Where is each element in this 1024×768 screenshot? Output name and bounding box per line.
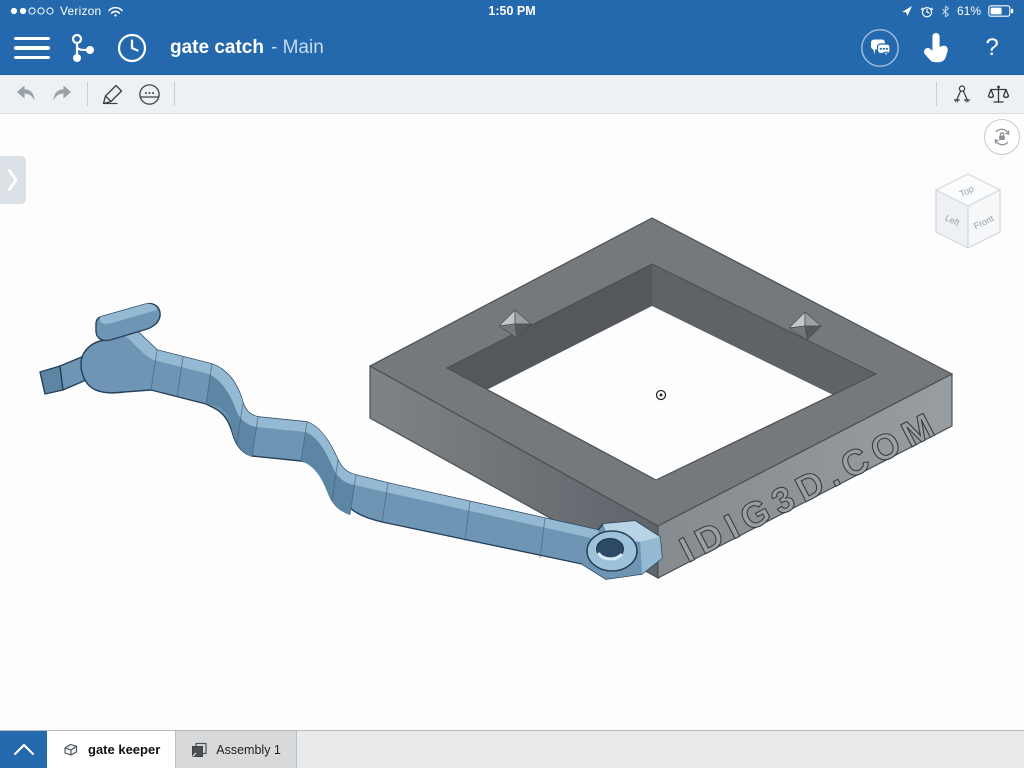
history-clock-icon (116, 32, 148, 64)
alarm-icon (920, 5, 934, 18)
pencil-icon (101, 82, 125, 106)
hamburger-icon (14, 37, 50, 60)
battery-percent-label: 61% (957, 4, 981, 18)
part-studio-icon (62, 741, 80, 758)
tab-label: gate keeper (88, 742, 160, 757)
tab-assembly[interactable]: Assembly 1 (176, 731, 297, 768)
appearance-button[interactable] (131, 79, 167, 109)
tab-part-studio[interactable]: gate keeper (47, 731, 176, 768)
status-left: Verizon (10, 4, 124, 18)
wifi-icon (107, 5, 124, 17)
redo-button[interactable] (44, 79, 80, 109)
rotation-lock-icon (990, 125, 1014, 149)
document-title: gate catch - Main (170, 37, 324, 59)
measure-button[interactable] (944, 79, 980, 109)
toolbar-right-group (929, 79, 1016, 109)
document-toolbar (0, 75, 1024, 114)
status-bar: Verizon 1:50 PM 61% (0, 0, 1024, 22)
app-toolbar: gate catch - Main (0, 22, 1024, 75)
chat-bubbles-icon (860, 28, 900, 68)
mass-properties-button[interactable] (980, 79, 1016, 109)
carrier-label: Verizon (60, 4, 101, 18)
toolbar-separator (936, 82, 937, 106)
battery-icon (988, 5, 1014, 17)
versions-icon (66, 31, 98, 65)
history-button[interactable] (112, 28, 152, 68)
help-label: ? (978, 34, 1006, 62)
hand-pointer-icon (922, 33, 950, 63)
menu-button[interactable] (12, 28, 52, 68)
undo-button[interactable] (8, 79, 44, 109)
versions-button[interactable] (62, 28, 102, 68)
onshape-app: Verizon 1:50 PM 61% (0, 0, 1024, 768)
view-cube[interactable]: Top Left Front (930, 170, 1006, 254)
bluetooth-icon (941, 5, 950, 18)
undo-icon (14, 83, 38, 105)
help-button[interactable]: ? (972, 28, 1012, 68)
caliper-icon (951, 84, 973, 104)
chevron-right-icon (8, 169, 18, 191)
tab-bar: gate keeper Assembly 1 (0, 730, 1024, 768)
model-canvas[interactable]: IDIG3D.COM (0, 114, 1024, 730)
3d-model[interactable]: IDIG3D.COM (0, 114, 1024, 730)
redo-icon (50, 83, 74, 105)
toolbar-separator (174, 82, 175, 106)
clock-time: 1:50 PM (488, 4, 535, 18)
chevron-up-icon (13, 743, 35, 756)
document-name: gate catch (170, 37, 264, 59)
toolbar-separator (87, 82, 88, 106)
status-right: 61% (901, 4, 1014, 18)
origin-marker[interactable] (657, 391, 666, 400)
assembly-icon (191, 742, 208, 758)
cell-signal-icon (10, 7, 54, 15)
balance-scale-icon (987, 84, 1010, 105)
tab-label: Assembly 1 (216, 743, 281, 757)
rotation-lock-button[interactable] (984, 119, 1020, 155)
workspace-name: - Main (271, 37, 324, 59)
feature-panel-handle[interactable] (0, 156, 26, 204)
sketch-button[interactable] (95, 79, 131, 109)
touch-mode-button[interactable] (916, 28, 956, 68)
toolbar-right: ? (860, 28, 1012, 68)
comments-button[interactable] (860, 28, 900, 68)
tabs-expand-button[interactable] (0, 731, 47, 768)
location-icon (901, 5, 913, 17)
sphere-icon (138, 83, 161, 106)
